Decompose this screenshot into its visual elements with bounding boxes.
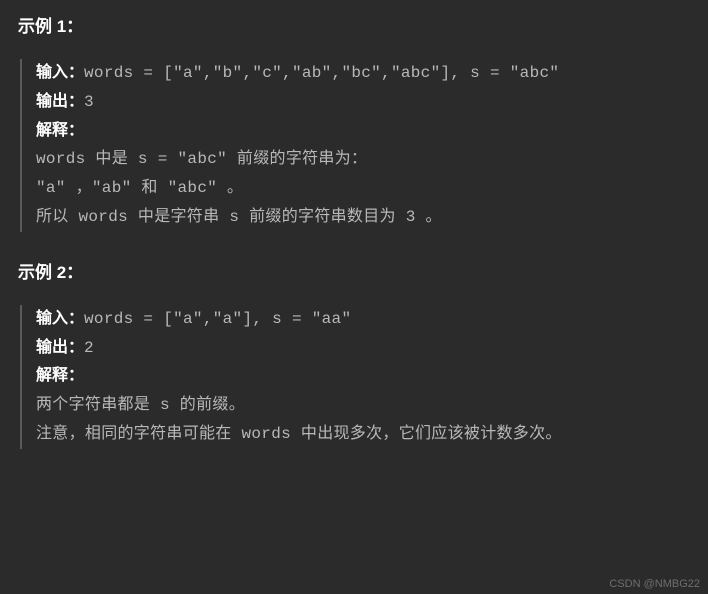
input-label: 输入：	[36, 64, 84, 81]
output-label: 输出：	[36, 339, 84, 356]
example-1-heading: 示例 1：	[18, 12, 690, 37]
example-1-explain-label-row: 解释：	[36, 117, 690, 146]
example-2-explain-line-1: 两个字符串都是 s 的前缀。	[36, 391, 690, 420]
example-2-explain-line-2: 注意，相同的字符串可能在 words 中出现多次，它们应该被计数多次。	[36, 420, 690, 449]
example-1-output-row: 输出：3	[36, 88, 690, 117]
example-1-explain-line-3: 所以 words 中是字符串 s 前缀的字符串数目为 3 。	[36, 203, 690, 232]
example-2-block: 输入：words = ["a","a"], s = "aa" 输出：2 解释： …	[20, 305, 690, 449]
example-2-heading: 示例 2：	[18, 258, 690, 283]
input-value: words = ["a","a"], s = "aa"	[84, 310, 351, 328]
watermark: CSDN @NMBG22	[609, 578, 700, 590]
example-2-output-row: 输出：2	[36, 334, 690, 363]
explain-label: 解释：	[36, 367, 84, 384]
example-1-explain-line-2: "a" ，"ab" 和 "abc" 。	[36, 174, 690, 203]
output-label: 输出：	[36, 93, 84, 110]
example-1-input-row: 输入：words = ["a","b","c","ab","bc","abc"]…	[36, 59, 690, 88]
input-label: 输入：	[36, 310, 84, 327]
output-value: 2	[84, 339, 94, 357]
example-1-block: 输入：words = ["a","b","c","ab","bc","abc"]…	[20, 59, 690, 232]
input-value: words = ["a","b","c","ab","bc","abc"], s…	[84, 64, 559, 82]
example-2-input-row: 输入：words = ["a","a"], s = "aa"	[36, 305, 690, 334]
example-2-explain-label-row: 解释：	[36, 362, 690, 391]
example-1-explain-line-1: words 中是 s = "abc" 前缀的字符串为：	[36, 145, 690, 174]
output-value: 3	[84, 93, 94, 111]
explain-label: 解释：	[36, 122, 84, 139]
